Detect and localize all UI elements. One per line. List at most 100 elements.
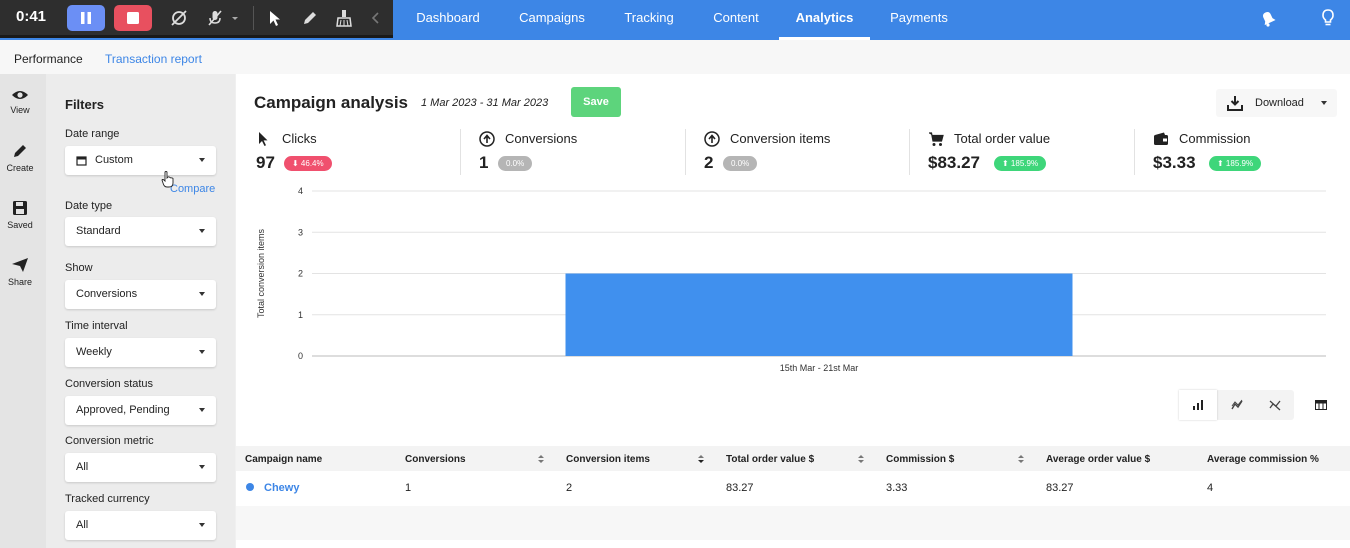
column-average-commission[interactable]: Average commission %	[1207, 454, 1319, 465]
lightbulb-icon[interactable]	[1318, 8, 1338, 28]
pause-button[interactable]	[67, 5, 105, 31]
rail-view-label: View	[10, 105, 30, 115]
subtab-performance[interactable]: Performance	[14, 52, 83, 66]
pointer-tool-icon[interactable]	[265, 8, 285, 28]
arrow-up-circle-icon	[479, 131, 495, 147]
metric-clicks-change: ⬇ 46.4%	[284, 156, 332, 171]
column-conversions[interactable]: Conversions	[405, 454, 466, 465]
cell-conversion-items: 2	[566, 482, 573, 494]
table-row[interactable]: Chewy 1 2 83.27 3.33 83.27 4	[236, 471, 1350, 504]
subtab-transaction-report[interactable]: Transaction report	[105, 52, 202, 66]
conversion-status-label: Conversion status	[65, 378, 154, 390]
tab-tracking[interactable]: Tracking	[610, 0, 688, 40]
metric-commission: Commission $3.33 ⬆ 185.9%	[1153, 129, 1350, 179]
cell-average-commission: 4	[1207, 482, 1214, 494]
chevron-down-icon[interactable]	[230, 8, 240, 28]
column-average-order-value[interactable]: Average order value $	[1046, 454, 1150, 465]
left-action-rail: View Create Saved Share	[0, 74, 46, 548]
tab-payments[interactable]: Payments	[877, 0, 961, 40]
screen-recorder-toolbar: 0:41	[0, 0, 393, 38]
conversion-status-select[interactable]: Approved, Pending	[65, 396, 216, 425]
camera-off-icon[interactable]	[169, 8, 189, 28]
sort-icon[interactable]	[697, 454, 705, 464]
table-icon	[1315, 400, 1327, 410]
metric-conversion-items-change: 0.0%	[723, 156, 758, 171]
column-campaign-name[interactable]: Campaign name	[245, 454, 322, 465]
sort-icon[interactable]	[1017, 454, 1025, 464]
eraser-tool-icon[interactable]	[334, 8, 354, 28]
table-view-button[interactable]	[1304, 390, 1338, 420]
cell-conversions: 1	[405, 482, 412, 494]
chevron-down-icon	[199, 229, 205, 233]
bar-chart-button[interactable]	[1179, 390, 1217, 420]
bar-chart-icon	[1193, 400, 1203, 410]
tracked-currency-label: Tracked currency	[65, 493, 150, 505]
tracked-currency-value: All	[76, 519, 89, 531]
metric-commission-value: $3.33	[1153, 153, 1196, 172]
filters-panel: Filters Date range Custom Compare Date t…	[46, 74, 235, 548]
pen-tool-icon[interactable]	[300, 8, 320, 28]
tab-analytics[interactable]: Analytics	[779, 0, 870, 40]
chevron-down-icon	[199, 408, 205, 412]
time-interval-select[interactable]: Weekly	[65, 338, 216, 367]
download-label: Download	[1255, 97, 1304, 109]
rail-view[interactable]: View	[0, 88, 40, 115]
y-tick-label: 4	[298, 186, 303, 196]
wallet-icon	[1154, 132, 1168, 145]
time-interval-label: Time interval	[65, 320, 128, 332]
sort-icon[interactable]	[537, 454, 545, 464]
table-header: Campaign name Conversions Conversion ite…	[236, 446, 1350, 471]
column-total-order-value[interactable]: Total order value $	[726, 454, 814, 465]
notification-bell-icon[interactable]	[1258, 8, 1278, 28]
metric-divider	[460, 129, 461, 175]
metric-divider	[685, 129, 686, 175]
metric-conversions-change: 0.0%	[498, 156, 533, 171]
download-button[interactable]: Download	[1216, 89, 1337, 117]
recording-timer: 0:41	[16, 8, 47, 25]
rail-share[interactable]: Share	[0, 256, 40, 287]
metric-total-order-value: Total order value $83.27 ⬆ 185.9%	[928, 129, 1153, 179]
date-type-select[interactable]: Standard	[65, 217, 216, 246]
date-type-value: Standard	[76, 225, 121, 237]
compare-link[interactable]: Compare	[170, 183, 215, 195]
save-button[interactable]: Save	[571, 87, 621, 117]
column-conversion-items[interactable]: Conversion items	[566, 454, 650, 465]
date-range-select[interactable]: Custom	[65, 146, 216, 175]
conversion-metric-value: All	[76, 461, 89, 473]
metric-commission-label: Commission	[1179, 131, 1251, 146]
chevron-down-icon	[199, 292, 205, 296]
hide-chart-button[interactable]	[1256, 390, 1294, 420]
rail-saved[interactable]: Saved	[0, 199, 40, 230]
sort-icon[interactable]	[857, 454, 865, 464]
cell-commission: 3.33	[886, 482, 908, 494]
conversion-metric-select[interactable]: All	[65, 453, 216, 482]
save-icon	[13, 201, 27, 215]
y-tick-label: 1	[298, 310, 303, 320]
metric-conversions-value: 1	[479, 153, 489, 172]
tab-content[interactable]: Content	[700, 0, 772, 40]
rail-create[interactable]: Create	[0, 142, 40, 173]
metric-clicks-label: Clicks	[282, 131, 317, 146]
tracked-currency-select[interactable]: All	[65, 511, 216, 540]
show-select[interactable]: Conversions	[65, 280, 216, 309]
series-dot	[246, 483, 254, 491]
microphone-off-icon[interactable]	[205, 8, 225, 28]
tab-dashboard[interactable]: Dashboard	[400, 0, 496, 40]
column-commission[interactable]: Commission $	[886, 454, 954, 465]
metric-clicks-value: 97	[256, 153, 275, 172]
campaign-name-link[interactable]: Chewy	[264, 482, 299, 494]
chart-bar[interactable]	[565, 273, 1073, 357]
line-chart-button[interactable]	[1218, 390, 1256, 420]
cell-average-order-value: 83.27	[1046, 482, 1074, 494]
tab-campaigns[interactable]: Campaigns	[505, 0, 599, 40]
stop-button[interactable]	[114, 5, 152, 31]
conversion-items-chart: 0 1 2 3 4 15th Mar - 21st Mar Total conversi…	[256, 186, 1326, 373]
date-range-label: Date range	[65, 128, 120, 140]
rail-saved-label: Saved	[7, 220, 33, 230]
collapse-toolbar-icon[interactable]	[370, 8, 382, 28]
table-footer	[236, 506, 1350, 540]
time-interval-value: Weekly	[76, 346, 112, 358]
show-label: Show	[65, 262, 93, 274]
metric-total-order-value-change: ⬆ 185.9%	[994, 156, 1047, 171]
campaign-table: Campaign name Conversions Conversion ite…	[236, 446, 1350, 546]
